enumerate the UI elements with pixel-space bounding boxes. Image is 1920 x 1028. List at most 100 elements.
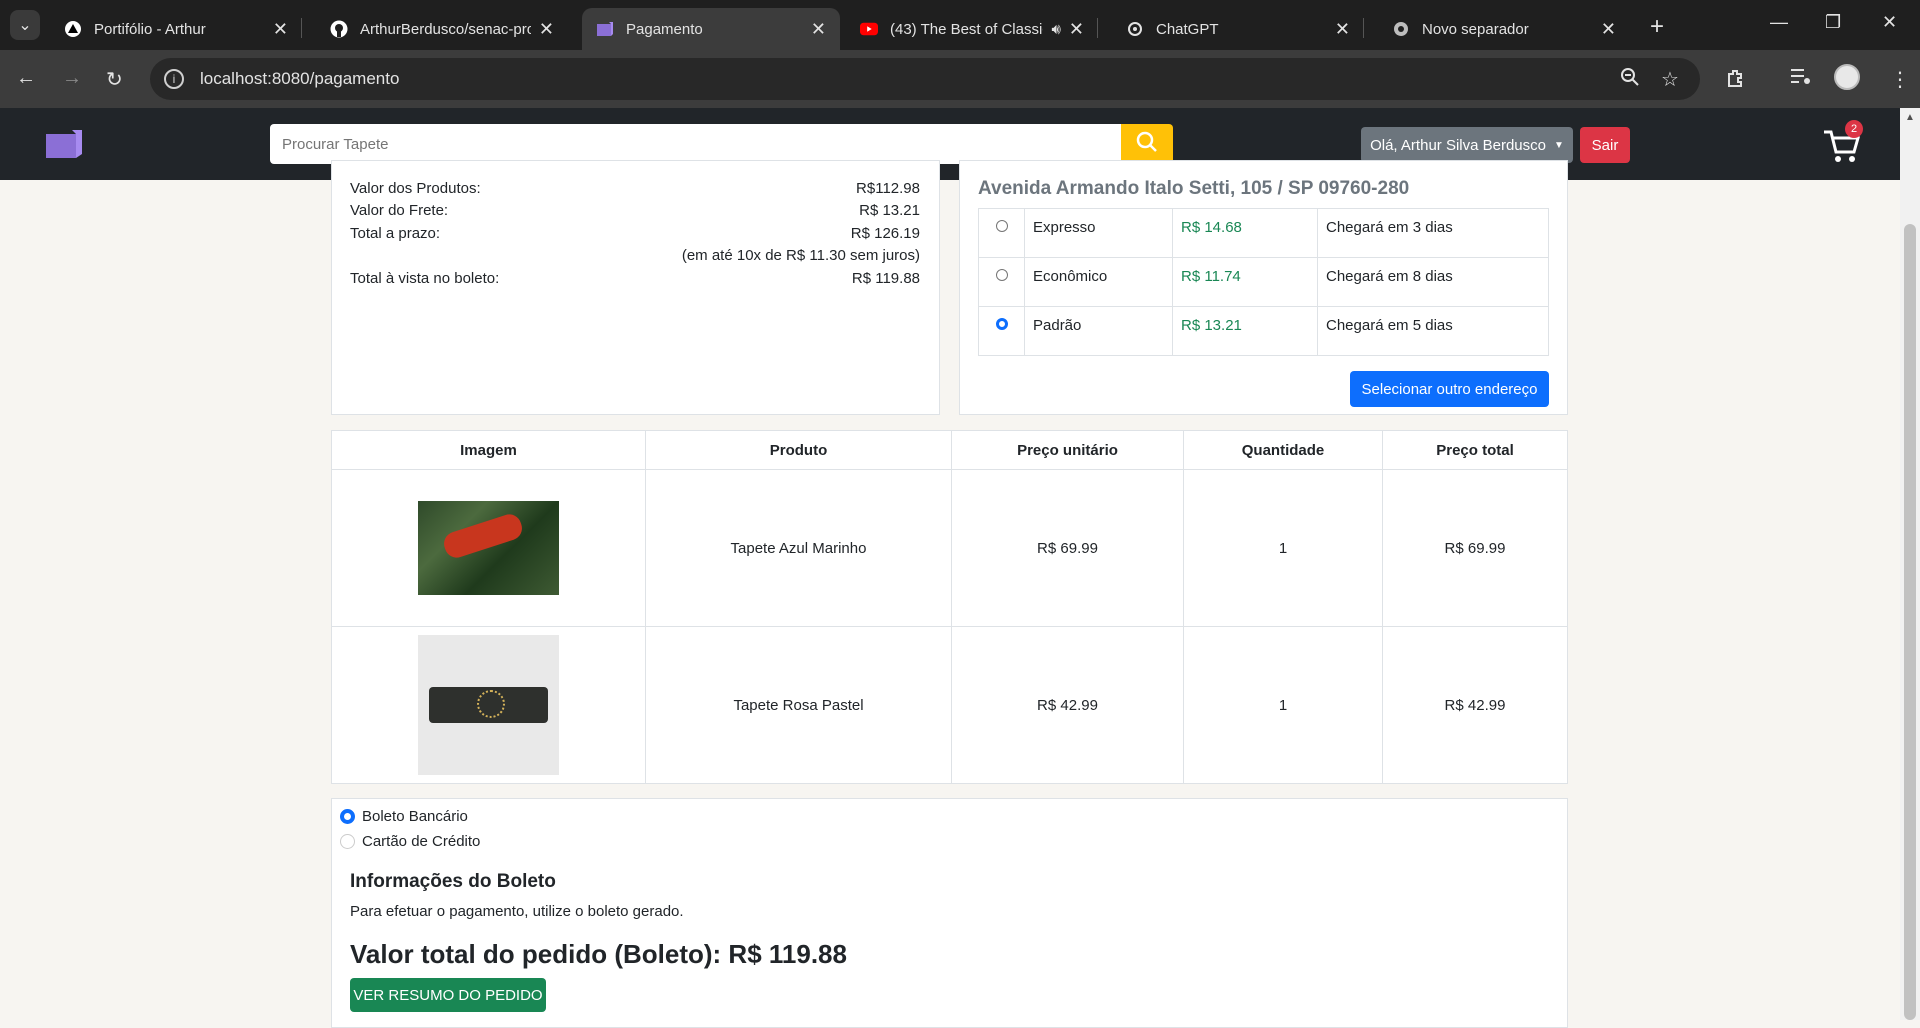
close-icon[interactable]: ✕ (1335, 19, 1350, 40)
close-icon[interactable]: ✕ (539, 19, 554, 40)
bookmark-star-icon[interactable]: ☆ (1661, 67, 1679, 92)
product-name: Tapete Azul Marinho (645, 469, 952, 627)
shipping-option-expresso[interactable]: Expresso R$ 14.68 Chegará em 3 dias (978, 208, 1549, 258)
close-icon[interactable]: ✕ (1601, 19, 1616, 40)
col-header-image: Imagem (331, 430, 646, 470)
browser-toolbar: ← → ↻ i localhost:8080/pagamento ☆ ⋮ (0, 50, 1920, 108)
close-icon[interactable]: ✕ (273, 19, 288, 40)
address-bar[interactable]: i localhost:8080/pagamento (150, 58, 1700, 100)
payment-option-card[interactable]: Cartão de Crédito (340, 833, 480, 850)
shipping-radio[interactable] (995, 269, 1008, 281)
close-icon[interactable]: ✕ (1069, 19, 1084, 40)
tab-title: Portifólio - Arthur (94, 20, 206, 38)
tab-search-button[interactable]: ⌄ (10, 10, 40, 40)
summary-installment-note: (em até 10x de R$ 11.30 sem juros) (681, 247, 920, 264)
shipping-radio-selected[interactable] (995, 318, 1008, 330)
tab-chatgpt[interactable]: ChatGPT ✕ (1112, 8, 1364, 50)
mat-icon (596, 20, 614, 38)
col-header-product: Produto (645, 430, 952, 470)
back-icon[interactable]: ← (16, 67, 36, 90)
search-icon (1135, 130, 1159, 159)
shipping-option-economico[interactable]: Econômico R$ 11.74 Chegará em 8 dias (978, 257, 1549, 307)
url-text: localhost:8080/pagamento (200, 69, 400, 88)
browser-tab-bar: ⌄ Portifólio - Arthur ✕ ArthurBerdusco/s… (0, 0, 1920, 50)
minimize-icon[interactable]: — (1770, 12, 1788, 33)
speaker-icon[interactable]: 🔊︎ (1051, 21, 1060, 38)
logout-button[interactable]: Sair (1580, 127, 1630, 163)
payment-radio-selected[interactable] (340, 809, 355, 824)
summary-row-boleto: Total à vista no boleto: R$ 119.88 (350, 270, 920, 287)
triangle-icon (64, 20, 82, 38)
product-unit-price: R$ 42.99 (951, 626, 1184, 784)
products-table: Imagem Produto Preço unitário Quantidade… (331, 430, 1568, 784)
user-dropdown-button[interactable]: Olá, Arthur Silva Berdusco ▼ (1361, 127, 1573, 163)
extensions-icon[interactable] (1725, 67, 1747, 95)
site-info-icon[interactable]: i (164, 69, 184, 89)
select-other-address-button[interactable]: Selecionar outro endereço (1350, 371, 1549, 407)
col-header-unit-price: Preço unitário (951, 430, 1184, 470)
user-name: Olá, Arthur Silva Berdusco (1370, 136, 1546, 154)
product-quantity: 1 (1183, 469, 1383, 627)
shipping-options-table: Expresso R$ 14.68 Chegará em 3 dias Econ… (978, 208, 1549, 356)
payment-radio[interactable] (340, 834, 355, 849)
menu-dots-icon[interactable]: ⋮ (1890, 67, 1910, 92)
cart-count-badge: 2 (1845, 120, 1863, 138)
delivery-address: Avenida Armando Italo Setti, 105 / SP 09… (978, 178, 1410, 199)
scrollbar-thumb[interactable] (1904, 224, 1916, 1020)
tab-title: Novo separador (1422, 20, 1529, 38)
table-header-row: Imagem Produto Preço unitário Quantidade… (331, 430, 1568, 470)
tab-title: ChatGPT (1156, 20, 1219, 38)
page-scrollbar[interactable]: ▲ (1900, 108, 1920, 1020)
summary-row-shipping: Valor do Frete: R$ 13.21 (350, 202, 920, 219)
chatgpt-icon (1126, 20, 1144, 38)
boleto-info-title: Informações do Boleto (350, 871, 556, 892)
tab-youtube[interactable]: (43) The Best of Classic 🔊︎ ✕ (846, 8, 1098, 50)
product-name: Tapete Rosa Pastel (645, 626, 952, 784)
chrome-icon (1392, 20, 1410, 38)
summary-row-installment: Total a prazo: R$ 126.19 (350, 225, 920, 242)
product-total: R$ 42.99 (1382, 626, 1568, 784)
restore-icon[interactable]: ❐ (1825, 12, 1841, 33)
tab-new[interactable]: Novo separador ✕ (1378, 8, 1630, 50)
github-icon (330, 20, 348, 38)
payment-card: Boleto Bancário Cartão de Crédito Inform… (331, 798, 1568, 1028)
media-control-icon[interactable] (1790, 67, 1812, 91)
summary-row-products: Valor dos Produtos: R$112.98 (350, 180, 920, 197)
product-unit-price: R$ 69.99 (951, 469, 1184, 627)
order-summary-card: Valor dos Produtos: R$112.98 Valor do Fr… (331, 160, 940, 415)
chevron-down-icon: ⌄ (18, 17, 32, 34)
site-header: Olá, Arthur Silva Berdusco ▼ Sair 2 (0, 108, 1900, 180)
reload-icon[interactable]: ↻ (106, 67, 123, 92)
col-header-quantity: Quantidade (1183, 430, 1383, 470)
boleto-info-text: Para efetuar o pagamento, utilize o bole… (350, 903, 684, 920)
zoom-icon[interactable] (1620, 67, 1640, 93)
logo-mat-icon[interactable] (44, 128, 84, 160)
youtube-icon (860, 20, 878, 38)
product-image (418, 501, 559, 595)
product-quantity: 1 (1183, 626, 1383, 784)
profile-avatar[interactable] (1834, 64, 1860, 90)
tab-github[interactable]: ArthurBerdusco/senac-proj ✕ (316, 8, 568, 50)
table-row: Tapete Azul Marinho R$ 69.99 1 R$ 69.99 (331, 469, 1568, 627)
tab-pagamento[interactable]: Pagamento ✕ (582, 8, 840, 50)
tab-title: Pagamento (626, 20, 703, 38)
tab-portfolio[interactable]: Portifólio - Arthur ✕ (50, 8, 302, 50)
payment-option-boleto[interactable]: Boleto Bancário (340, 808, 468, 825)
scroll-up-icon[interactable]: ▲ (1905, 112, 1915, 123)
shipping-option-padrao[interactable]: Padrão R$ 13.21 Chegará em 5 dias (978, 306, 1549, 356)
shipping-radio[interactable] (995, 220, 1008, 232)
product-total: R$ 69.99 (1382, 469, 1568, 627)
forward-icon[interactable]: → (62, 67, 82, 90)
tab-title: ArthurBerdusco/senac-proj (360, 20, 531, 38)
caret-down-icon: ▼ (1554, 139, 1564, 151)
view-order-summary-button[interactable]: VER RESUMO DO PEDIDO (350, 978, 546, 1012)
tab-title: (43) The Best of Classic (890, 20, 1044, 38)
close-window-icon[interactable]: ✕ (1882, 12, 1897, 33)
table-row: Tapete Rosa Pastel R$ 42.99 1 R$ 42.99 (331, 626, 1568, 784)
order-total: Valor total do pedido (Boleto): R$ 119.8… (350, 939, 847, 969)
new-tab-icon[interactable]: + (1650, 13, 1664, 41)
search-button[interactable] (1121, 124, 1173, 164)
close-icon[interactable]: ✕ (811, 19, 826, 40)
col-header-total: Preço total (1382, 430, 1568, 470)
search-input[interactable] (270, 124, 1138, 164)
